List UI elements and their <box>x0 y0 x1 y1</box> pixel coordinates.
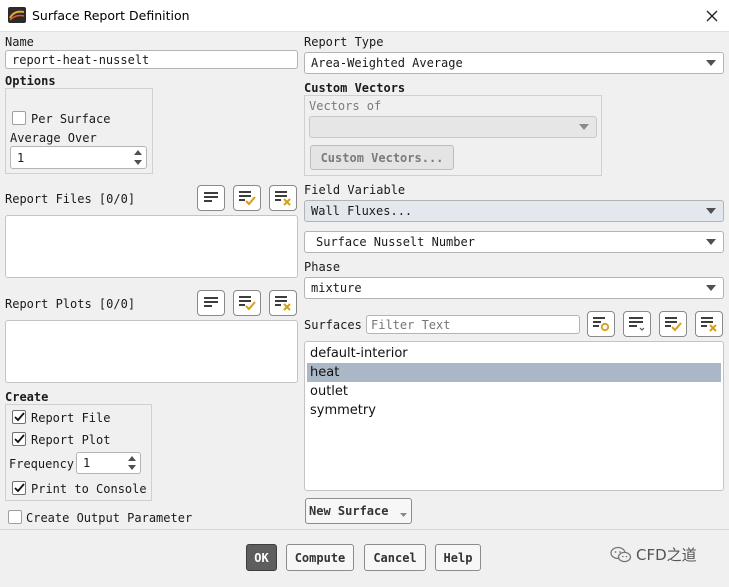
name-label: Name <box>5 35 34 49</box>
vectors-of-dropdown[interactable] <box>309 116 597 138</box>
new-surface-button[interactable]: New Surface <box>305 498 412 524</box>
report-files-list[interactable] <box>5 215 298 278</box>
report-plots-delete-button[interactable] <box>269 290 297 316</box>
report-type-value: Area-Weighted Average <box>311 56 463 70</box>
report-files-select-all-button[interactable] <box>197 185 225 211</box>
close-button[interactable] <box>697 4 727 28</box>
frequency-stepper[interactable]: 1 <box>76 452 141 474</box>
field-variable-label: Field Variable <box>304 183 406 197</box>
phase-dropdown[interactable]: mixture <box>304 277 724 299</box>
chevron-down-icon <box>706 285 716 291</box>
chevron-down-icon <box>579 124 589 130</box>
field-variable-category-dropdown[interactable]: Wall Fluxes... <box>304 200 724 222</box>
report-file-checkbox[interactable] <box>12 410 26 424</box>
average-over-value: 1 <box>17 150 25 165</box>
vectors-of-label: Vectors of <box>309 99 382 113</box>
list-check-icon <box>239 191 256 206</box>
report-type-dropdown[interactable]: Area-Weighted Average <box>304 52 724 74</box>
compute-button[interactable]: Compute <box>286 544 354 571</box>
report-plots-select-all-button[interactable] <box>197 290 225 316</box>
list-dropdown-icon <box>629 317 645 331</box>
list-delete-icon <box>275 296 291 311</box>
list-delete-icon <box>701 317 717 332</box>
surfaces-filter-input[interactable] <box>366 315 580 334</box>
help-button[interactable]: Help <box>435 544 481 571</box>
average-over-label: Average Over <box>10 131 97 145</box>
chevron-down-icon <box>706 239 716 245</box>
list-icon <box>204 297 218 307</box>
print-to-console-label: Print to Console <box>31 482 147 496</box>
surfaces-group-button[interactable] <box>587 311 615 337</box>
list-delete-icon <box>275 191 291 206</box>
per-surface-label: Per Surface <box>31 112 111 126</box>
report-file-label: Report File <box>31 411 111 425</box>
report-plots-check-button[interactable] <box>233 290 261 316</box>
custom-vectors-label: Custom Vectors <box>304 81 406 95</box>
spin-down-icon[interactable] <box>134 160 142 165</box>
frequency-value: 1 <box>83 456 91 470</box>
checkmark-icon <box>13 434 25 444</box>
list-check-icon <box>239 296 256 311</box>
print-to-console-checkbox[interactable] <box>12 481 26 495</box>
cancel-button[interactable]: Cancel <box>364 544 426 571</box>
window-title: Surface Report Definition <box>32 8 190 23</box>
list-group-icon <box>593 317 610 332</box>
spin-up-icon[interactable] <box>134 150 142 155</box>
footer-separator <box>0 529 729 530</box>
create-output-parameter-checkbox[interactable] <box>8 510 22 524</box>
surface-item-default-interior[interactable]: default-interior <box>307 344 721 363</box>
field-variable-category-value: Wall Fluxes... <box>311 204 413 218</box>
report-files-check-button[interactable] <box>233 185 261 211</box>
chevron-down-icon <box>706 60 716 66</box>
spin-up-icon[interactable] <box>128 456 136 461</box>
report-plots-list[interactable] <box>5 320 298 383</box>
wechat-icon <box>610 546 632 562</box>
name-input[interactable]: report-heat-nusselt <box>5 50 298 69</box>
chevron-down-icon <box>706 208 716 214</box>
options-label: Options <box>5 74 56 88</box>
surfaces-select-all-button[interactable] <box>623 311 651 337</box>
custom-vectors-button[interactable]: Custom Vectors... <box>310 145 454 170</box>
checkmark-icon <box>13 412 25 422</box>
surfaces-label: Surfaces <box>304 318 362 332</box>
name-input-value: report-heat-nusselt <box>12 52 150 67</box>
close-icon <box>706 10 718 22</box>
chevron-down-icon <box>400 513 407 517</box>
report-plot-checkbox[interactable] <box>12 432 26 446</box>
phase-label: Phase <box>304 260 341 274</box>
spin-down-icon[interactable] <box>128 465 136 470</box>
average-over-stepper[interactable]: 1 <box>10 146 147 169</box>
report-plots-label: Report Plots [0/0] <box>5 297 136 311</box>
watermark-text: CFD之道 <box>636 546 697 564</box>
list-icon <box>204 192 218 202</box>
report-files-label: Report Files [0/0] <box>5 192 136 206</box>
surfaces-list[interactable]: default-interior heat outlet symmetry <box>304 341 724 491</box>
watermark: CFD之道 <box>610 544 697 565</box>
frequency-label: Frequency <box>9 457 75 471</box>
fluent-app-icon <box>8 7 26 23</box>
surfaces-delete-button[interactable] <box>695 311 723 337</box>
per-surface-checkbox[interactable] <box>12 111 26 125</box>
title-bar: Surface Report Definition <box>0 0 729 32</box>
field-variable-value: Surface Nusselt Number <box>316 235 475 249</box>
create-label: Create <box>5 390 49 404</box>
surface-item-heat[interactable]: heat <box>307 363 721 382</box>
surface-item-symmetry[interactable]: symmetry <box>307 401 721 420</box>
surface-item-outlet[interactable]: outlet <box>307 382 721 401</box>
create-output-parameter-label: Create Output Parameter <box>26 511 193 525</box>
new-surface-label: New Surface <box>309 504 389 518</box>
list-check-icon <box>665 317 682 332</box>
report-type-label: Report Type <box>304 35 384 49</box>
phase-value: mixture <box>311 281 362 295</box>
checkmark-icon <box>13 483 25 493</box>
report-files-delete-button[interactable] <box>269 185 297 211</box>
report-plot-label: Report Plot <box>31 433 111 447</box>
surfaces-check-button[interactable] <box>659 311 687 337</box>
ok-button[interactable]: OK <box>246 544 277 571</box>
field-variable-dropdown[interactable]: Surface Nusselt Number <box>304 231 724 253</box>
